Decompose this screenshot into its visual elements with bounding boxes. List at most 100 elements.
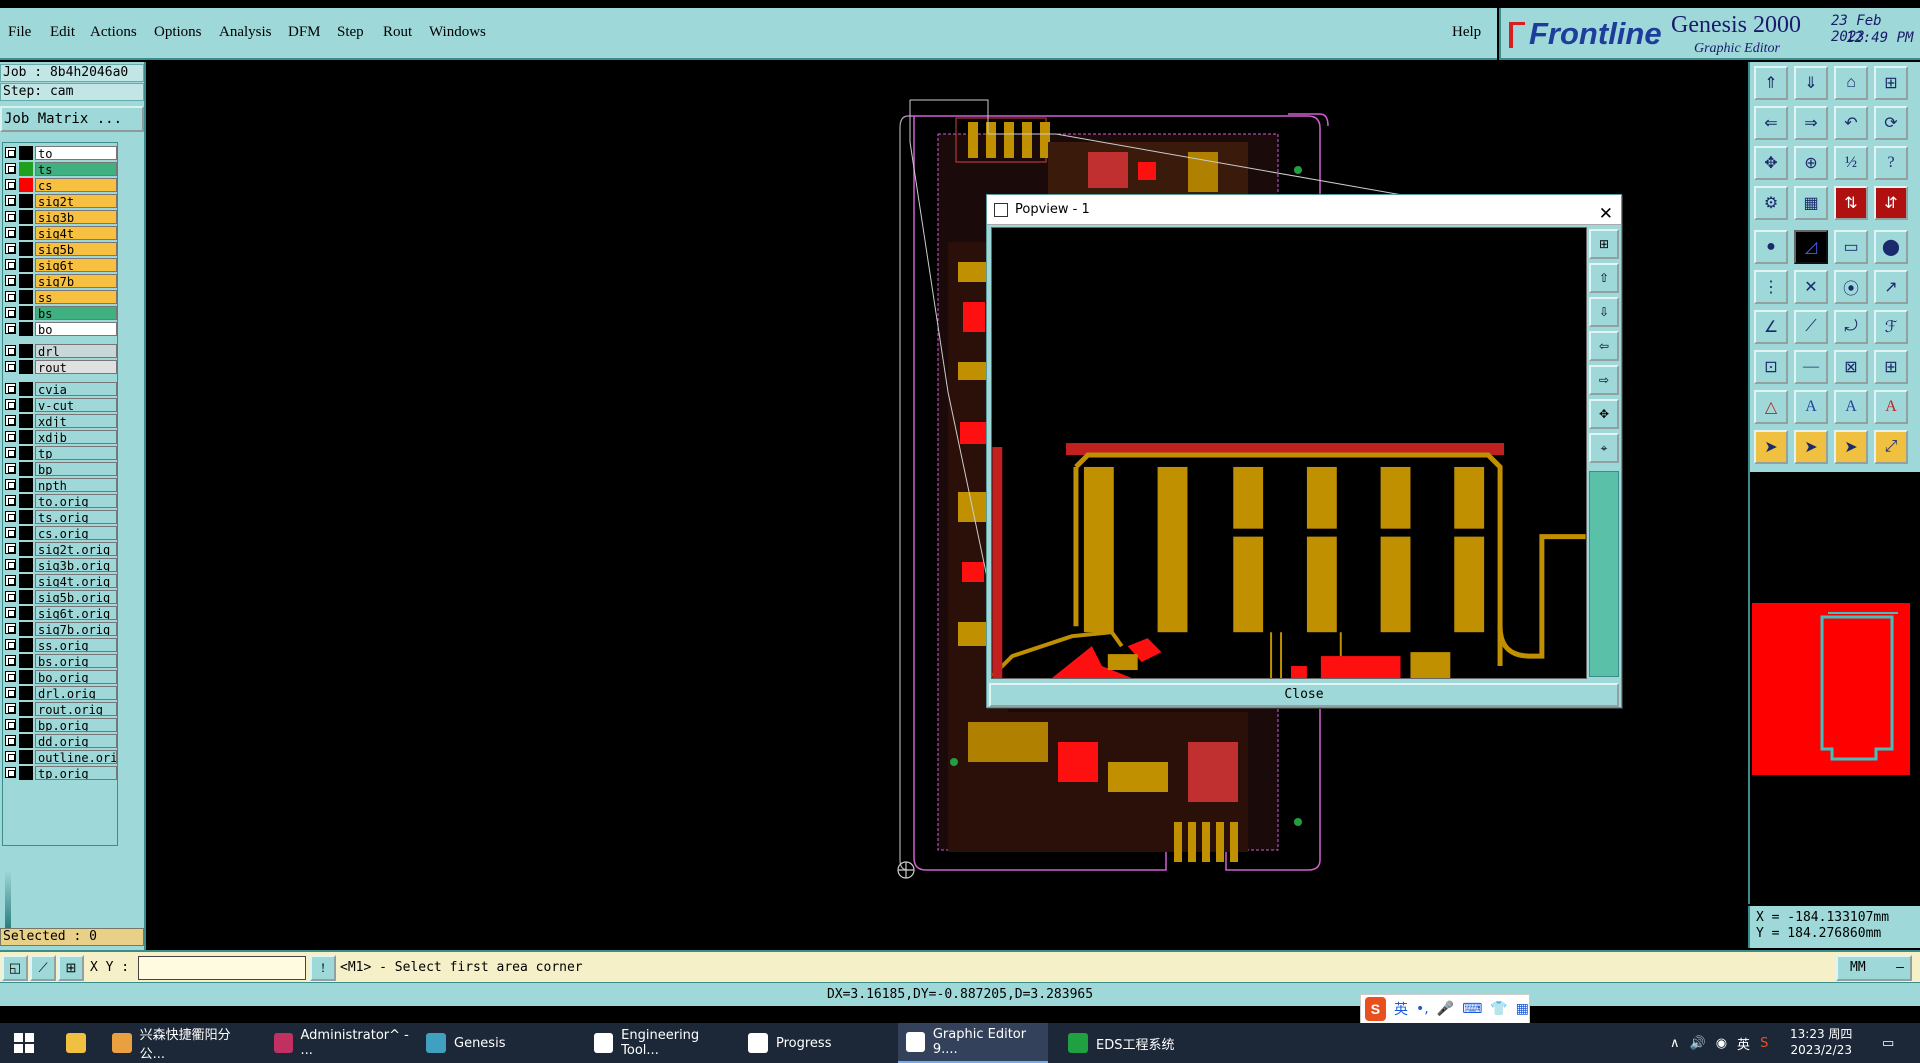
layer-name[interactable]: sig2t bbox=[35, 194, 117, 208]
layer-color-swatch[interactable] bbox=[19, 360, 33, 374]
layer-checkbox[interactable] bbox=[5, 307, 16, 318]
layer-color-swatch[interactable] bbox=[19, 638, 33, 652]
pan-right-icon[interactable]: ⇒ bbox=[1794, 106, 1828, 140]
pan-left-icon[interactable]: ⇐ bbox=[1754, 106, 1788, 140]
layer-name[interactable]: sig4t.orig bbox=[35, 574, 117, 588]
unit-select[interactable]: MM – bbox=[1836, 955, 1912, 981]
layer-name[interactable]: ts bbox=[35, 162, 117, 176]
layer-color-swatch[interactable] bbox=[19, 210, 33, 224]
system-clock[interactable]: 13:23 周四 2023/2/23 bbox=[1790, 1026, 1852, 1058]
layer-row-sig7b[interactable]: sig7b bbox=[3, 273, 119, 288]
layer-name[interactable]: xdjb bbox=[35, 430, 117, 444]
layer-name[interactable]: sig3b.orig bbox=[35, 558, 117, 572]
layer-name[interactable]: tp.orig bbox=[35, 766, 117, 780]
overview-viewport[interactable] bbox=[1752, 603, 1910, 775]
layer-color-swatch[interactable] bbox=[19, 162, 33, 176]
layer-row-outline-orig[interactable]: outline.orig bbox=[3, 749, 119, 764]
mic-icon[interactable]: 🎤 bbox=[1437, 1001, 1454, 1017]
network-icon[interactable]: ◉ bbox=[1716, 1036, 1727, 1051]
layer-row-bo-orig[interactable]: bo.orig bbox=[3, 669, 119, 684]
layer-row-sig3b-orig[interactable]: sig3b.orig bbox=[3, 557, 119, 572]
layer-color-swatch[interactable] bbox=[19, 510, 33, 524]
xy-input[interactable] bbox=[138, 956, 306, 980]
layer-color-swatch[interactable] bbox=[19, 478, 33, 492]
popview-down-button[interactable]: ⇩ bbox=[1589, 297, 1619, 327]
popview-left-button[interactable]: ⇦ bbox=[1589, 331, 1619, 361]
layer-checkbox[interactable] bbox=[5, 511, 16, 522]
circle-icon[interactable]: ⬤ bbox=[1874, 230, 1908, 264]
layer-color-swatch[interactable] bbox=[19, 306, 33, 320]
layer-checkbox[interactable] bbox=[5, 291, 16, 302]
layer-name[interactable]: sig6t bbox=[35, 258, 117, 272]
triangle-icon[interactable]: △ bbox=[1754, 390, 1788, 424]
layer-row-sig5b-orig[interactable]: sig5b.orig bbox=[3, 589, 119, 604]
layer-row-bp[interactable]: bp bbox=[3, 461, 119, 476]
slash-icon[interactable]: ⟋ bbox=[1794, 310, 1828, 344]
layer-row-cvia[interactable]: cvia bbox=[3, 381, 119, 396]
layer-row-bs-orig[interactable]: bs.orig bbox=[3, 653, 119, 668]
arc-icon[interactable]: ⤾ bbox=[1834, 310, 1868, 344]
layer-color-swatch[interactable] bbox=[19, 194, 33, 208]
pad-node-icon[interactable]: ⊡ bbox=[1754, 350, 1788, 384]
layer-name[interactable]: sig3b bbox=[35, 210, 117, 224]
layer-name[interactable]: rout.orig bbox=[35, 702, 117, 716]
popview-titlebar[interactable]: Popview - 1 ✕ bbox=[987, 195, 1621, 225]
measure-icon[interactable]: ⇅ bbox=[1834, 186, 1868, 220]
triangle-c-icon[interactable]: A bbox=[1874, 390, 1908, 424]
grid-mode-icon[interactable]: ⊞ bbox=[58, 955, 84, 981]
redraw-icon[interactable]: ⟳ bbox=[1874, 106, 1908, 140]
layer-checkbox[interactable] bbox=[5, 275, 16, 286]
popview-canvas[interactable] bbox=[991, 227, 1587, 679]
draw-mode-icon[interactable]: ⟋ bbox=[30, 955, 56, 981]
keyboard-icon[interactable]: ⌨ bbox=[1462, 1001, 1482, 1017]
layer-row-bs[interactable]: bs bbox=[3, 305, 119, 320]
layer-color-swatch[interactable] bbox=[19, 494, 33, 508]
layer-color-swatch[interactable] bbox=[19, 686, 33, 700]
layer-name[interactable]: ss.orig bbox=[35, 638, 117, 652]
layer-name[interactable]: sig7b.orig bbox=[35, 622, 117, 636]
punct-icon[interactable]: •, bbox=[1416, 1001, 1429, 1017]
popview-zoom-button[interactable]: ✥ bbox=[1589, 399, 1619, 429]
sogou-tray-icon[interactable]: S bbox=[1760, 1036, 1768, 1051]
ime-lang[interactable]: 英 bbox=[1394, 999, 1408, 1019]
pan-down-icon[interactable]: ⇓ bbox=[1794, 66, 1828, 100]
taskbar-item[interactable]: Progress bbox=[740, 1023, 890, 1063]
cross-icon[interactable]: ✕ bbox=[1794, 270, 1828, 304]
connect-icon[interactable]: ⋮ bbox=[1754, 270, 1788, 304]
layer-row-to[interactable]: to bbox=[3, 145, 119, 160]
help-icon[interactable]: ? bbox=[1874, 146, 1908, 180]
layer-checkbox[interactable] bbox=[5, 527, 16, 538]
layer-row-ss[interactable]: ss bbox=[3, 289, 119, 304]
layer-name[interactable]: v-cut bbox=[35, 398, 117, 412]
skin-icon[interactable]: 👕 bbox=[1490, 1001, 1507, 1017]
layer-checkbox[interactable] bbox=[5, 495, 16, 506]
zoom-back-icon[interactable]: ↶ bbox=[1834, 106, 1868, 140]
layer-row-sig5b[interactable]: sig5b bbox=[3, 241, 119, 256]
layer-name[interactable]: ts.orig bbox=[35, 510, 117, 524]
layer-row-to-orig[interactable]: to.orig bbox=[3, 493, 119, 508]
layer-name[interactable]: dd.orig bbox=[35, 734, 117, 748]
close-button[interactable]: Close bbox=[989, 683, 1619, 707]
popview-home-button[interactable]: ⌖ bbox=[1589, 433, 1619, 463]
layer-checkbox[interactable] bbox=[5, 671, 16, 682]
layer-color-swatch[interactable] bbox=[19, 344, 33, 358]
popview-up-button[interactable]: ⇧ bbox=[1589, 263, 1619, 293]
layer-checkbox[interactable] bbox=[5, 345, 16, 356]
layer-row-bo[interactable]: bo bbox=[3, 321, 119, 336]
layer-checkbox[interactable] bbox=[5, 639, 16, 650]
taskbar-item[interactable]: Genesis bbox=[418, 1023, 568, 1063]
layer-name[interactable]: outline.orig bbox=[35, 750, 117, 764]
layer-color-swatch[interactable] bbox=[19, 398, 33, 412]
tray-chevron-icon[interactable]: ∧ bbox=[1670, 1036, 1680, 1051]
layer-checkbox[interactable] bbox=[5, 463, 16, 474]
layer-name[interactable]: to.orig bbox=[35, 494, 117, 508]
layer-color-swatch[interactable] bbox=[19, 558, 33, 572]
layer-row-cs-orig[interactable]: cs.orig bbox=[3, 525, 119, 540]
pan-up-icon[interactable]: ⇑ bbox=[1754, 66, 1788, 100]
layer-name[interactable]: sig6t.orig bbox=[35, 606, 117, 620]
layer-row-rout[interactable]: rout bbox=[3, 359, 119, 374]
layer-color-swatch[interactable] bbox=[19, 702, 33, 716]
layer-row-sig7b-orig[interactable]: sig7b.orig bbox=[3, 621, 119, 636]
layer-checkbox[interactable] bbox=[5, 479, 16, 490]
taskbar-item[interactable]: Engineering Tool... bbox=[586, 1023, 736, 1063]
